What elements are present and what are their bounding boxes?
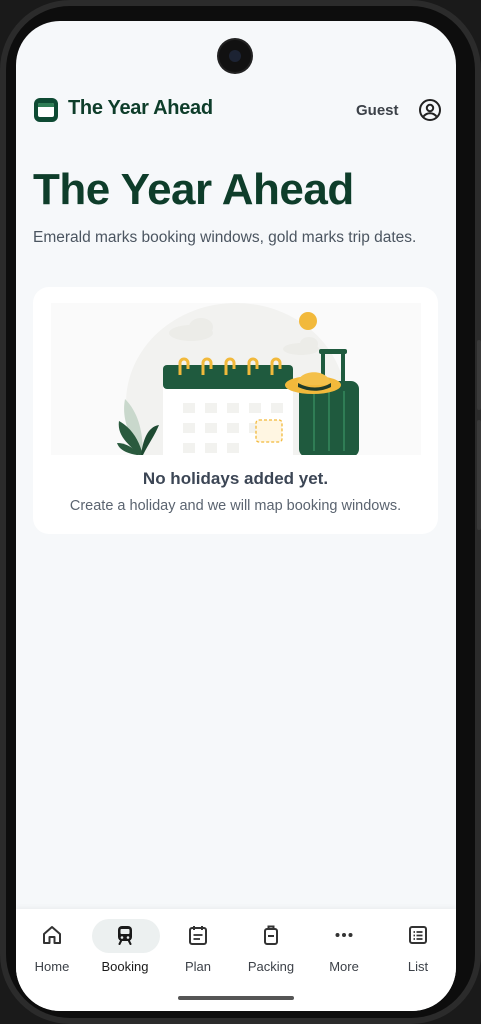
nav-item-home[interactable]: Home (16, 917, 88, 977)
page-subtitle: Emerald marks booking windows, gold mark… (33, 229, 417, 246)
account-icon[interactable] (418, 98, 442, 122)
app-screen: The Year Ahead Guest The Year Ahead Emer… (16, 21, 456, 1011)
front-camera (219, 40, 251, 72)
nav-item-more[interactable]: More (308, 917, 380, 977)
home-indicator[interactable] (178, 996, 294, 1000)
calendar-icon (163, 357, 293, 455)
more-icon (335, 933, 353, 937)
user-label[interactable]: Guest (356, 102, 399, 119)
nav-item-plan[interactable]: Plan (162, 917, 234, 977)
nav-item-packing[interactable]: Packing (235, 917, 307, 977)
nav-item-list[interactable]: List (382, 917, 454, 977)
luggage-icon (264, 925, 278, 945)
train-icon (118, 926, 132, 945)
empty-state-card: No holidays added yet. Create a holiday … (33, 287, 438, 534)
holiday-illustration (51, 303, 421, 455)
nav-label-packing: Packing (247, 959, 295, 974)
nav-label-plan: Plan (184, 959, 212, 974)
empty-state-subtitle: Create a holiday and we will map booking… (69, 498, 402, 514)
app-logo-icon (34, 98, 58, 122)
app-title: The Year Ahead (68, 97, 213, 119)
power-button (477, 420, 481, 530)
nav-label-more: More (329, 959, 359, 974)
home-icon (43, 926, 61, 944)
nav-item-booking[interactable]: Booking (89, 917, 161, 977)
volume-button (477, 340, 481, 410)
nav-label-list: List (407, 959, 429, 974)
list-icon (409, 926, 427, 944)
calendar-note-icon (189, 926, 207, 945)
phone-frame: The Year Ahead Guest The Year Ahead Emer… (0, 0, 481, 1024)
empty-state-title: No holidays added yet. (142, 469, 329, 488)
nav-label-booking: Booking (101, 959, 149, 974)
page-title: The Year Ahead (33, 165, 354, 214)
app-header: The Year Ahead Guest (16, 93, 456, 129)
